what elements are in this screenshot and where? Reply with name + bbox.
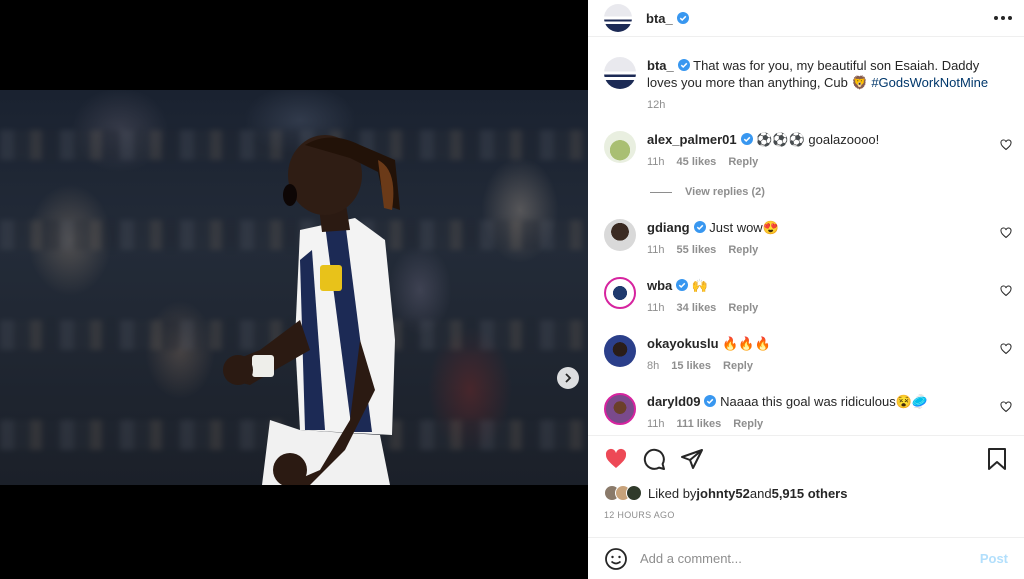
caption-hashtag[interactable]: #GodsWorkNotMine [871,75,988,90]
comment-item: wba 🙌 11h 34 likes Reply [604,277,1012,317]
heart-filled-icon[interactable] [604,447,628,471]
comment-username[interactable]: gdiang [647,220,690,235]
more-options-icon[interactable] [994,16,1012,20]
emoji-icon[interactable] [604,547,628,571]
likes-prefix: Liked by [648,485,697,501]
author-avatar[interactable] [604,57,636,89]
comment-icon[interactable] [642,447,666,471]
comment-text: ⚽⚽⚽ goalazoooo! [756,132,880,147]
reply-button[interactable]: Reply [728,154,758,171]
comment-username[interactable]: alex_palmer01 [647,132,737,147]
likes-summary: Liked by johnty52 and 5,915 others [604,482,1008,504]
like-comment-icon[interactable] [1000,139,1012,151]
verified-icon [676,279,689,291]
post-timestamp[interactable]: 12 HOURS AGO [604,510,1008,520]
comment-likes[interactable]: 15 likes [671,358,711,375]
caption-time[interactable]: 12h [647,97,665,114]
verified-icon [704,395,717,407]
comment-input[interactable] [640,551,980,566]
next-image-button[interactable] [557,367,579,389]
post-actions: Liked by johnty52 and 5,915 others 12 HO… [588,435,1024,520]
reply-button[interactable]: Reply [728,300,758,317]
comment-time[interactable]: 11h [647,154,665,171]
view-replies-button[interactable]: View replies (2) [650,186,765,198]
post-caption: bta_ That was for you, my beautiful son … [604,57,1012,114]
verified-icon [740,133,753,145]
comment-username[interactable]: daryld09 [647,394,700,409]
post-comment-button[interactable]: Post [980,551,1008,566]
reply-button[interactable]: Reply [723,358,753,375]
chevron-right-icon [565,373,572,383]
commenter-avatar[interactable] [604,393,636,425]
player-celebrating-image [223,135,400,485]
comment-likes[interactable]: 111 likes [677,416,722,433]
verified-icon [676,12,689,24]
liker-avatars [604,485,642,501]
share-icon[interactable] [680,447,704,471]
like-comment-icon[interactable] [1000,285,1012,297]
author-username[interactable]: bta_ [646,11,673,26]
like-comment-icon[interactable] [1000,401,1012,413]
comment-likes[interactable]: 55 likes [677,242,717,259]
liker-avatar [626,485,642,501]
commenter-avatar[interactable] [604,277,636,309]
comment-time[interactable]: 11h [647,416,665,433]
comment-likes[interactable]: 34 likes [677,300,717,317]
commenter-avatar[interactable] [604,219,636,251]
add-comment-bar: Post [588,537,1024,579]
liker-username[interactable]: johnty52 [696,486,749,501]
comment-username[interactable]: wba [647,278,672,293]
verified-icon [677,59,690,71]
comment-text: Just wow😍 [709,220,779,235]
post-media [0,0,588,579]
bookmark-icon[interactable] [986,447,1008,471]
post-header: bta_ [588,0,1024,37]
author-avatar[interactable] [604,4,632,32]
like-comment-icon[interactable] [1000,227,1012,239]
like-comment-icon[interactable] [1000,343,1012,355]
comment-item: alex_palmer01 ⚽⚽⚽ goalazoooo! 11h 45 like… [604,131,1012,171]
verified-icon [693,221,706,233]
comment-item: gdiang Just wow😍 11h 55 likes Reply [604,219,1012,259]
comments-list: bta_ That was for you, my beautiful son … [588,45,1024,435]
commenter-avatar[interactable] [604,335,636,367]
post-photo[interactable] [0,90,588,485]
commenter-avatar[interactable] [604,131,636,163]
comment-text: Naaaa this goal was ridiculous😵🥏 [720,394,929,409]
reply-button[interactable]: Reply [728,242,758,259]
caption-username[interactable]: bta_ [647,58,674,73]
comment-likes[interactable]: 45 likes [677,154,717,171]
comment-text: 🙌 [691,278,709,293]
comment-time[interactable]: 11h [647,242,665,259]
likes-middle: and [749,485,772,501]
post-details-panel: bta_ bta_ That was for you, my beautiful… [588,0,1024,579]
comment-time[interactable]: 11h [647,300,665,317]
reply-button[interactable]: Reply [733,416,763,433]
likes-others[interactable]: 5,915 others [772,486,848,501]
comment-username[interactable]: okayokuslu [647,336,719,351]
comment-item: daryld09 Naaaa this goal was ridiculous😵… [604,393,1012,433]
view-replies-label: View replies (2) [685,186,765,198]
comment-item: okayokuslu 🔥🔥🔥 8h 15 likes Reply [604,335,1012,375]
comment-text: 🔥🔥🔥 [722,336,771,351]
comment-time[interactable]: 8h [647,358,659,375]
